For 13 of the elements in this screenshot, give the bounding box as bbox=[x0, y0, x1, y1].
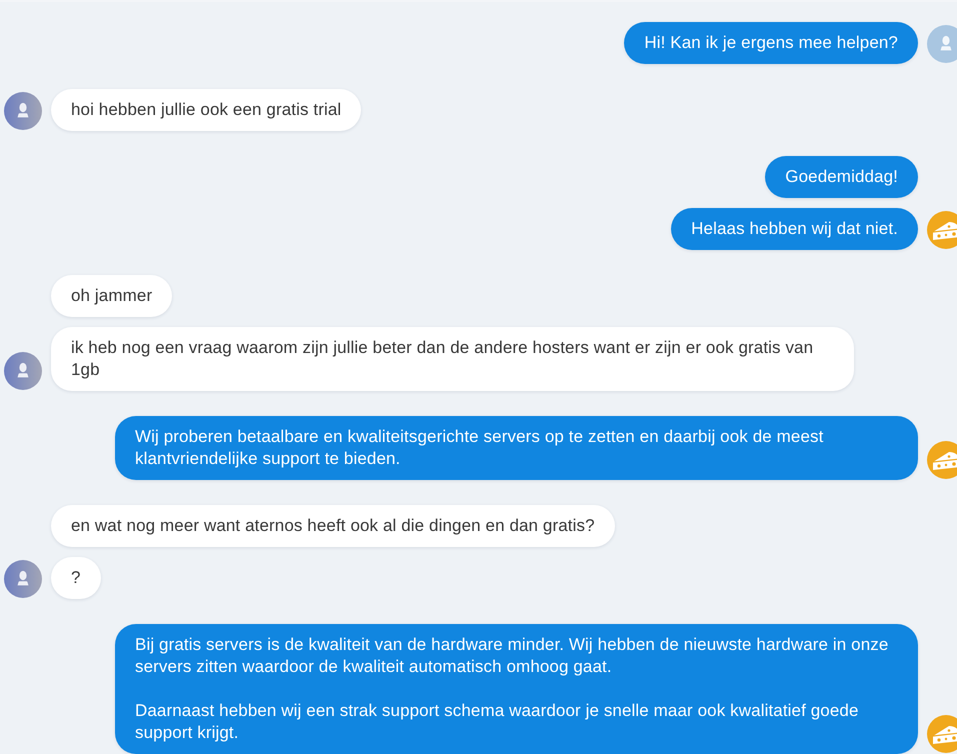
message-bubble: Helaas hebben wij dat niet. bbox=[671, 208, 918, 250]
message-bubble: ik heb nog een vraag waarom zijn jullie beter dan de andere hosters want er zijn er ook gratis van 1gb bbox=[51, 327, 854, 391]
message-bubble: en wat nog meer want aternos heeft ook al die dingen en dan gratis? bbox=[51, 505, 615, 547]
message-bubble: Bij gratis servers is de kwaliteit van de hardware minder. Wij hebben de nieuwste hardware in onze servers zitten waardoor de kwaliteit automatisch omhoog gaat. Daarnaast hebben wij een strak support schema waardoor je snelle maar ook kwalitatief goede support krijgt. bbox=[115, 624, 918, 754]
message-bubble: ? bbox=[51, 557, 101, 599]
message-bubble: oh jammer bbox=[51, 275, 172, 317]
message-bubble: Wij proberen betaalbare en kwaliteitsgerichte servers op te zetten en daarbij ook de meest klantvriendelijke support te bieden. bbox=[115, 416, 918, 480]
message-bubble: Hi! Kan ik je ergens mee helpen? bbox=[624, 22, 918, 64]
user-avatar-icon bbox=[4, 352, 42, 390]
message-bubble: hoi hebben jullie ook een gratis trial bbox=[51, 89, 362, 131]
user-avatar-icon bbox=[4, 92, 42, 130]
message-bubble: Goedemiddag! bbox=[765, 156, 918, 198]
user-avatar-icon bbox=[4, 560, 42, 598]
